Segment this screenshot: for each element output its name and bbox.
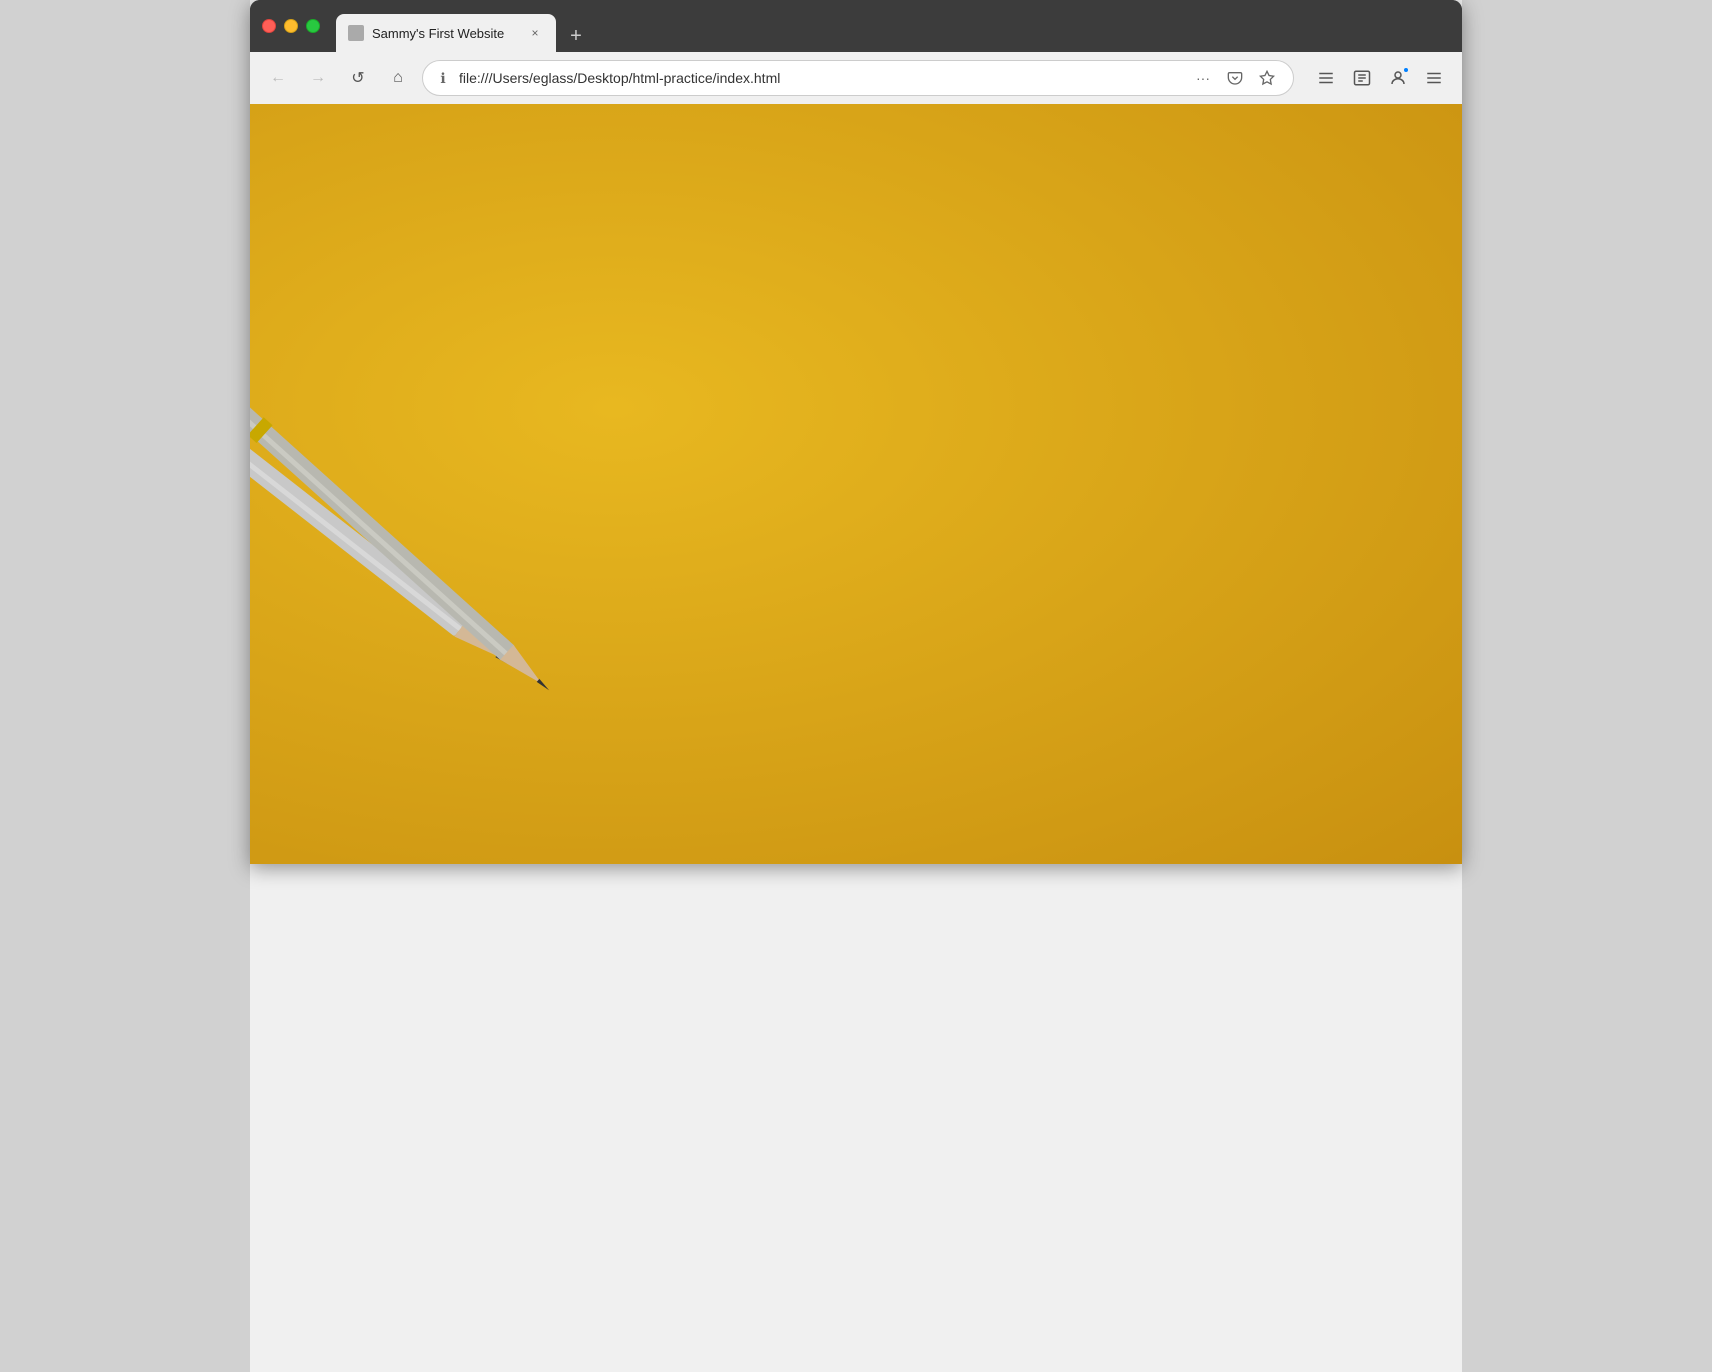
close-button[interactable] <box>262 19 276 33</box>
minimize-button[interactable] <box>284 19 298 33</box>
home-icon: ⌂ <box>393 69 403 87</box>
back-button[interactable]: ← <box>262 62 294 94</box>
library-button[interactable] <box>1310 62 1342 94</box>
refresh-icon: ↺ <box>351 68 364 88</box>
info-icon: ℹ <box>435 70 451 87</box>
refresh-button[interactable]: ↺ <box>342 62 374 94</box>
new-tab-button[interactable]: + <box>560 20 592 52</box>
navigation-bar: ← → ↺ ⌂ ℹ file:///Users/eglass/Desktop/h… <box>250 52 1462 104</box>
tab-close-button[interactable]: × <box>526 24 544 42</box>
url-text: file:///Users/eglass/Desktop/html-practi… <box>459 70 1181 86</box>
hero-image <box>250 104 1462 864</box>
address-actions: ··· <box>1189 64 1281 92</box>
pocket-button[interactable] <box>1221 64 1249 92</box>
home-button[interactable]: ⌂ <box>382 62 414 94</box>
nav-right-actions <box>1310 62 1450 94</box>
menu-button[interactable] <box>1418 62 1450 94</box>
more-button[interactable]: ··· <box>1189 64 1217 92</box>
bookmark-button[interactable] <box>1253 64 1281 92</box>
tab-favicon <box>348 25 364 41</box>
profile-notification-dot <box>1402 66 1410 74</box>
webpage-content <box>250 104 1462 864</box>
profile-button[interactable] <box>1382 62 1414 94</box>
address-bar[interactable]: ℹ file:///Users/eglass/Desktop/html-prac… <box>422 60 1294 96</box>
browser-window: Sammy's First Website × + ← → ↺ ⌂ ℹ fi <box>250 0 1462 1372</box>
traffic-lights <box>262 19 320 33</box>
back-icon: ← <box>270 69 286 87</box>
reader-view-button[interactable] <box>1346 62 1378 94</box>
tab-title: Sammy's First Website <box>372 26 518 41</box>
active-tab[interactable]: Sammy's First Website × <box>336 14 556 52</box>
pencils-illustration <box>250 244 670 864</box>
title-bar: Sammy's First Website × + <box>250 0 1462 52</box>
tabs-area: Sammy's First Website × + <box>336 0 1450 52</box>
forward-icon: → <box>310 69 326 87</box>
maximize-button[interactable] <box>306 19 320 33</box>
forward-button[interactable]: → <box>302 62 334 94</box>
